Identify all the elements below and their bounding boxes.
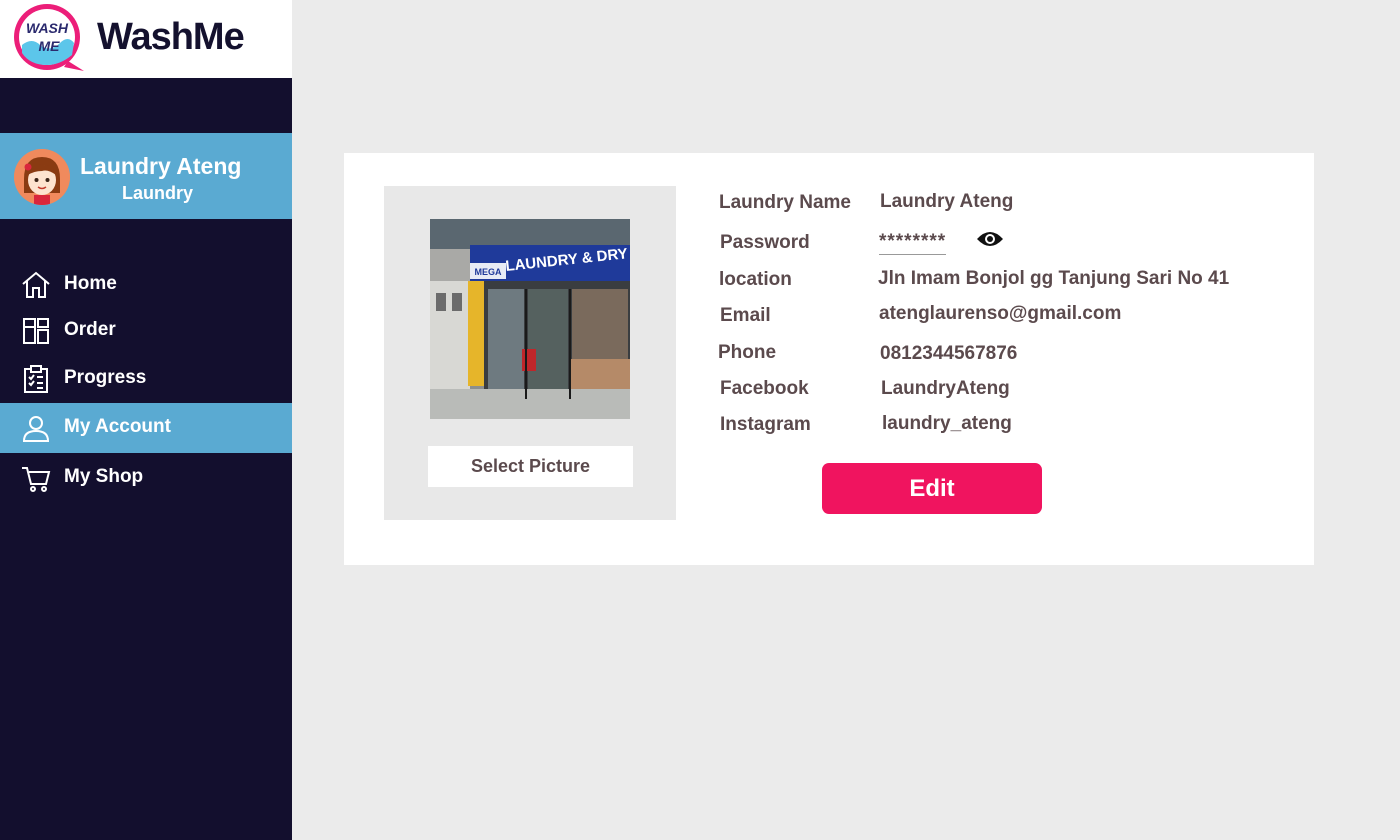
cart-icon (22, 467, 51, 492)
sidebar-item-order[interactable]: Order (0, 306, 292, 356)
sidebar-item-label: Progress (64, 367, 147, 388)
sidebar: Laundry Ateng Laundry Home Order Progres… (0, 78, 292, 840)
phone-label: Phone (718, 342, 777, 363)
sidebar-item-progress[interactable]: Progress (0, 354, 292, 404)
laundry-name-value: Laundry Ateng (880, 191, 1014, 212)
dashboard-icon (23, 318, 49, 344)
phone-value: 0812344567876 (880, 343, 1018, 364)
sidebar-item-home[interactable]: Home (0, 260, 292, 310)
sidebar-item-label: Home (64, 273, 117, 294)
email-value: atenglaurenso@gmail.com (879, 303, 1122, 324)
sidebar-item-my-account[interactable]: My Account (0, 403, 292, 453)
eye-icon[interactable] (976, 229, 1004, 249)
instagram-label: Instagram (720, 414, 811, 435)
sidebar-item-label: Order (64, 319, 116, 340)
password-label: Password (720, 232, 810, 253)
sidebar-item-my-shop[interactable]: My Shop (0, 453, 292, 503)
clipboard-check-icon (24, 365, 48, 393)
avatar-girl-icon (14, 149, 70, 205)
edit-button[interactable]: Edit (822, 463, 1042, 514)
shop-sign-brand: MEGA (475, 267, 503, 277)
washme-logo-icon: WASH ME (14, 4, 84, 71)
location-value: Jln Imam Bonjol gg Tanjung Sari No 41 (878, 268, 1230, 289)
home-icon (22, 271, 50, 298)
profile-role: Laundry (122, 183, 194, 203)
avatar (14, 149, 70, 205)
user-icon (22, 416, 50, 442)
shop-photo-image: MEGA LAUNDRY & DRY CLEA (430, 219, 630, 419)
instagram-value: laundry_ateng (882, 413, 1012, 434)
logo-text-bottom: ME (39, 38, 61, 54)
laundry-name-label: Laundry Name (719, 192, 851, 213)
sidebar-item-label: My Shop (64, 466, 144, 487)
password-value: ******** (879, 231, 947, 255)
location-label: location (719, 269, 792, 290)
email-label: Email (720, 305, 771, 326)
select-picture-button[interactable]: Select Picture (428, 446, 633, 487)
header: WASH ME WashMe (0, 0, 292, 78)
profile-picture-panel: MEGA LAUNDRY & DRY CLEA Select Picture (384, 186, 676, 520)
profile-panel: Laundry Ateng Laundry (0, 133, 292, 219)
account-card: MEGA LAUNDRY & DRY CLEA Select Picture L… (344, 153, 1314, 565)
app-name: WashMe (97, 16, 245, 58)
shop-photo: MEGA LAUNDRY & DRY CLEA (430, 219, 630, 419)
sidebar-item-label: My Account (64, 416, 171, 437)
profile-name: Laundry Ateng (80, 153, 242, 179)
logo-text-top: WASH (26, 20, 69, 36)
facebook-value: LaundryAteng (881, 378, 1010, 399)
facebook-label: Facebook (720, 378, 809, 399)
